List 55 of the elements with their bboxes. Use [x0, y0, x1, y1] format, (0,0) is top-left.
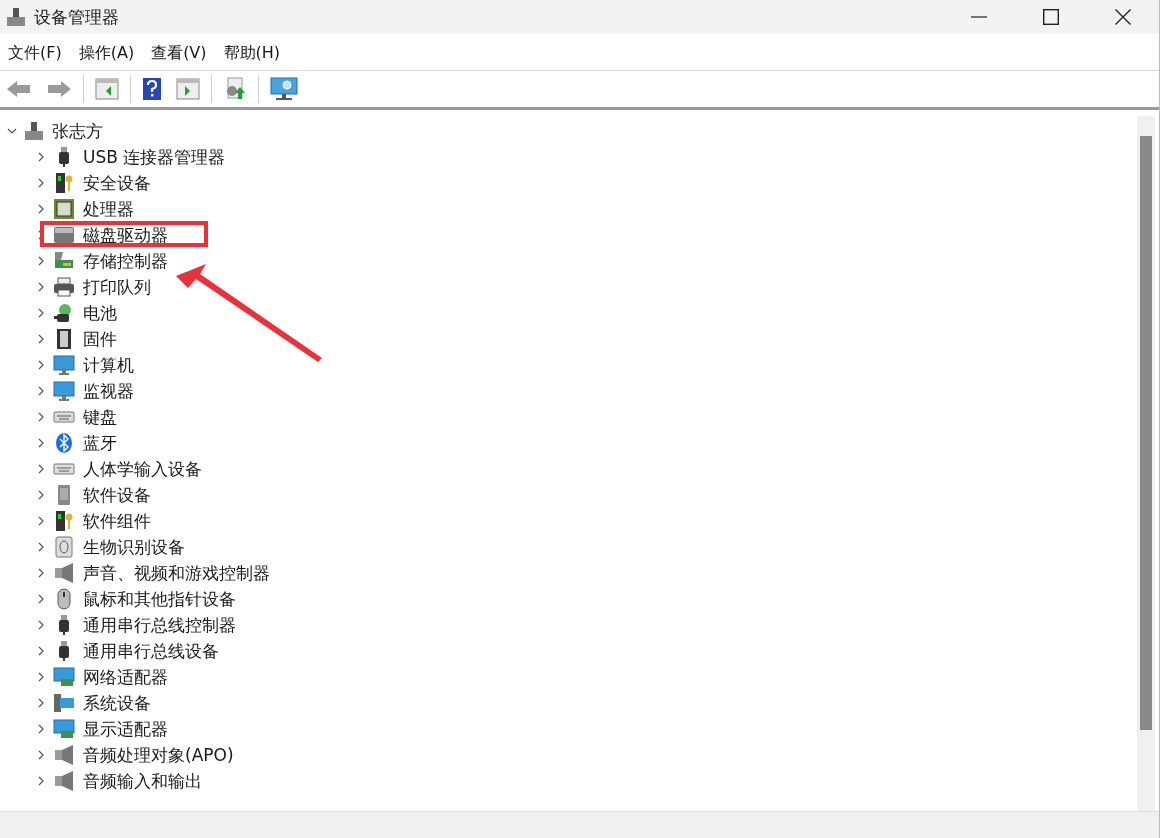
- chip-icon: [53, 198, 75, 220]
- tree-item[interactable]: 声音、视频和游戏控制器: [0, 560, 1137, 586]
- security-key-icon: [53, 172, 75, 194]
- tree-item[interactable]: 电池: [0, 300, 1137, 326]
- window-title: 设备管理器: [34, 5, 119, 29]
- tree-item[interactable]: 音频处理对象(APO): [0, 742, 1137, 768]
- tree-item[interactable]: 计算机: [0, 352, 1137, 378]
- tree-item[interactable]: USB 连接器管理器: [0, 144, 1137, 170]
- monitor-icon: [53, 380, 75, 402]
- menu-item[interactable]: 帮助(H): [217, 38, 288, 68]
- fingerprint-icon: [53, 536, 75, 558]
- speaker-icon: [53, 562, 75, 584]
- tree-item[interactable]: 生物识别设备: [0, 534, 1137, 560]
- back-arrow-icon: [6, 79, 32, 99]
- menu-item[interactable]: 查看(V): [145, 38, 214, 68]
- bluetooth-icon: [53, 432, 75, 454]
- computer-icon: [6, 7, 26, 27]
- tree-item[interactable]: 存储控制器: [0, 248, 1137, 274]
- tree-item[interactable]: 显示适配器: [0, 716, 1137, 742]
- menu-item[interactable]: 操作(A): [72, 38, 142, 68]
- tree-item[interactable]: 张志方: [0, 118, 1137, 144]
- menu-item[interactable]: 文件(F): [2, 38, 69, 68]
- display-adapter-icon: [53, 718, 75, 740]
- printer-icon: [53, 276, 75, 298]
- device-icon: [53, 510, 75, 532]
- tree-item[interactable]: 通用串行总线控制器: [0, 612, 1137, 638]
- scrollbar[interactable]: [1137, 116, 1155, 811]
- maximize-icon: [1043, 9, 1059, 25]
- tree-item[interactable]: 监视器: [0, 378, 1137, 404]
- system-icon: [53, 692, 75, 714]
- tree-item[interactable]: 安全设备: [0, 170, 1137, 196]
- speaker-icon: [53, 744, 75, 766]
- close-icon: [1115, 9, 1131, 25]
- tree-item[interactable]: 固件: [0, 326, 1137, 352]
- tree-item[interactable]: 打印队列: [0, 274, 1137, 300]
- tree-item[interactable]: 磁盘驱动器: [0, 222, 1137, 248]
- tree-item[interactable]: 鼠标和其他指针设备: [0, 586, 1137, 612]
- tree-item[interactable]: 软件设备: [0, 482, 1137, 508]
- network-monitor-icon: [53, 666, 75, 688]
- tree-item[interactable]: 人体学输入设备: [0, 456, 1137, 482]
- minimize-icon: [971, 16, 987, 18]
- monitor-icon: [53, 354, 75, 376]
- speaker-icon: [53, 770, 75, 792]
- drive-icon: [53, 224, 75, 246]
- tree-item[interactable]: 处理器: [0, 196, 1137, 222]
- tree-item[interactable]: 通用串行总线设备: [0, 638, 1137, 664]
- tree-item[interactable]: 音频输入和输出: [0, 768, 1137, 794]
- computer-icon: [24, 121, 44, 141]
- tree-item[interactable]: 键盘: [0, 404, 1137, 430]
- forward-arrow-icon: [46, 79, 72, 99]
- tree-item[interactable]: 蓝牙: [0, 430, 1137, 456]
- tree-item[interactable]: 系统设备: [0, 690, 1137, 716]
- scroll-thumb[interactable]: [1140, 136, 1152, 730]
- tree-item[interactable]: 网络适配器: [0, 664, 1137, 690]
- tree-item[interactable]: 软件组件: [0, 508, 1137, 534]
